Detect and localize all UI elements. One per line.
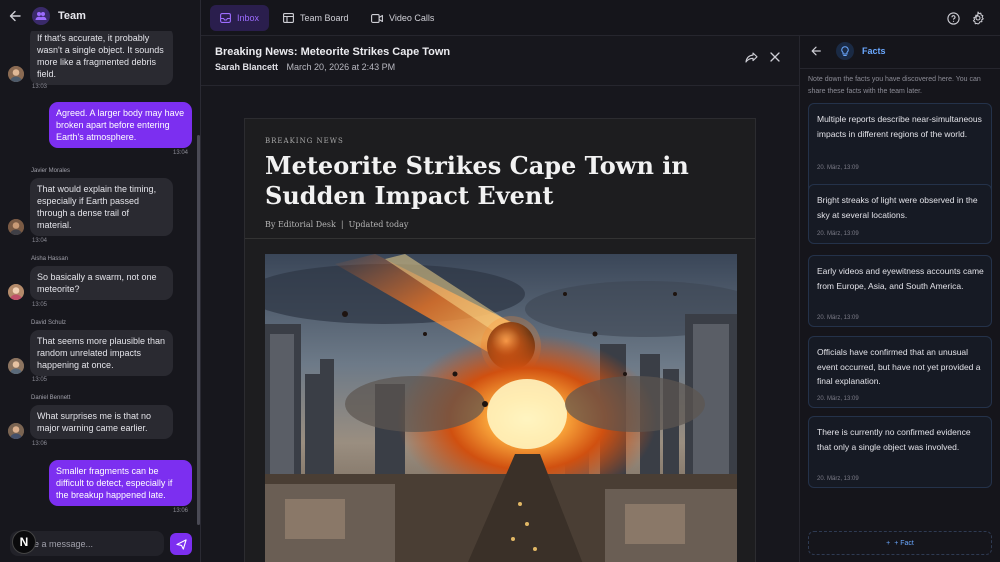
message-time: 13:06 <box>32 441 48 447</box>
tab-video-calls[interactable]: Video Calls <box>361 5 444 31</box>
chat-header: Team <box>0 0 200 31</box>
divider <box>201 85 800 86</box>
board-icon <box>283 13 294 23</box>
fact-date: 20. März, 13:09 <box>817 315 859 321</box>
divider <box>800 68 1000 69</box>
message-time: 13:03 <box>32 84 48 90</box>
message-bubble: That seems more plausible than random un… <box>30 330 173 376</box>
message-time: 13:06 <box>173 508 189 514</box>
avatar <box>8 284 24 300</box>
facts-header: Facts <box>810 42 886 60</box>
fact-text: Officials have confirmed that an unusual… <box>817 347 981 386</box>
article-kicker: BREAKING NEWS <box>265 137 344 145</box>
fact-card[interactable]: Early videos and eyewitness accounts cam… <box>808 255 992 327</box>
tab-team-board[interactable]: Team Board <box>273 5 359 31</box>
fact-date: 20. März, 13:09 <box>817 396 859 402</box>
lightbulb-icon <box>836 42 854 60</box>
fact-card[interactable]: Bright streaks of light were observed in… <box>808 184 992 244</box>
send-icon <box>175 538 187 550</box>
message-bubble: If that's accurate, it probably wasn't a… <box>30 31 173 85</box>
message-time: 13:04 <box>173 150 189 156</box>
facts-title: Facts <box>862 46 886 56</box>
message-input-placeholder: e a message... <box>34 538 94 549</box>
message-bubble: Agreed. A larger body may have broken ap… <box>49 102 192 148</box>
message-subject: Breaking News: Meteorite Strikes Cape To… <box>215 46 451 58</box>
article-byline: By Editorial Desk | Updated today <box>265 220 409 229</box>
team-icon <box>32 6 50 25</box>
message-list[interactable]: If that's accurate, it probably wasn't a… <box>0 31 196 524</box>
avatar <box>8 423 24 439</box>
fact-date: 20. März, 13:09 <box>817 476 859 482</box>
message-bubble: What surprises me is that no major warni… <box>30 405 173 439</box>
chat-title: Team <box>58 9 86 22</box>
meteorite-hero-image <box>265 254 737 562</box>
fact-text: Bright streaks of light were observed in… <box>817 195 978 220</box>
message-meta: Sarah Blancett March 20, 2026 at 2:43 PM <box>215 62 450 72</box>
fact-card[interactable]: There is currently no confirmed evidence… <box>808 416 992 488</box>
message-author: Sarah Blancett <box>215 62 279 72</box>
fact-text: There is currently no confirmed evidence… <box>817 427 971 452</box>
top-navigation: Inbox Team Board Video Calls <box>201 0 1000 36</box>
tab-inbox-label: Inbox <box>237 13 260 23</box>
sender-name: Javier Morales <box>31 168 71 174</box>
message-time: 13:04 <box>32 238 48 244</box>
message-view: Breaking News: Meteorite Strikes Cape To… <box>201 36 800 562</box>
tab-inbox[interactable]: Inbox <box>210 5 270 31</box>
help-icon[interactable] <box>946 11 960 25</box>
sender-name: Aisha Hassan <box>31 256 69 262</box>
article-headline: Meteorite Strikes Cape Town in Sudden Im… <box>265 151 689 210</box>
inbox-icon <box>220 13 231 23</box>
back-arrow-icon[interactable] <box>810 44 824 58</box>
message-header: Breaking News: Meteorite Strikes Cape To… <box>215 46 450 72</box>
send-button[interactable] <box>170 533 192 555</box>
message-time: 13:05 <box>32 302 48 308</box>
message-time: 13:05 <box>32 377 48 383</box>
avatar <box>8 219 24 235</box>
divider <box>245 238 755 239</box>
facts-instructions: Note down the facts you have discovered … <box>808 76 981 95</box>
video-icon <box>371 13 383 23</box>
sender-name: Daniel Bennett <box>31 395 71 401</box>
tab-team-board-label: Team Board <box>300 13 349 23</box>
add-fact-button[interactable]: + + Fact <box>808 531 992 555</box>
team-chat-panel: Team If that's accurate, it probably was… <box>0 0 201 562</box>
byline-updated: Updated today <box>348 220 409 229</box>
message-date: March 20, 2026 at 2:43 PM <box>286 62 396 72</box>
chat-scrollbar[interactable] <box>197 135 200 525</box>
fact-text: Early videos and eyewitness accounts cam… <box>817 266 984 291</box>
message-bubble: Smaller fragments can be difficult to de… <box>49 460 192 506</box>
share-icon[interactable] <box>742 48 760 66</box>
message-bubble: So basically a swarm, not one meteorite? <box>30 266 173 300</box>
news-article: BREAKING NEWS Meteorite Strikes Cape Tow… <box>244 118 756 562</box>
byline-author: By Editorial Desk <box>265 220 336 229</box>
message-bubble: That would explain the timing, especiall… <box>30 178 173 236</box>
fact-date: 20. März, 13:09 <box>817 165 859 171</box>
gear-icon[interactable] <box>971 11 985 25</box>
fact-card[interactable]: Officials have confirmed that an unusual… <box>808 336 992 408</box>
fact-date: 20. März, 13:09 <box>817 231 859 237</box>
avatar <box>8 66 24 82</box>
close-icon[interactable] <box>766 48 784 66</box>
n-logo-icon[interactable]: N <box>12 530 36 554</box>
fact-text: Multiple reports describe near-simultane… <box>817 114 982 139</box>
add-fact-label: + Fact <box>894 539 914 547</box>
back-arrow-icon[interactable] <box>8 9 22 23</box>
avatar <box>8 358 24 374</box>
tab-video-calls-label: Video Calls <box>389 13 435 23</box>
plus-icon: + <box>886 539 891 547</box>
facts-panel: Facts Note down the facts you have disco… <box>800 36 1000 562</box>
sender-name: David Schulz <box>31 320 67 326</box>
